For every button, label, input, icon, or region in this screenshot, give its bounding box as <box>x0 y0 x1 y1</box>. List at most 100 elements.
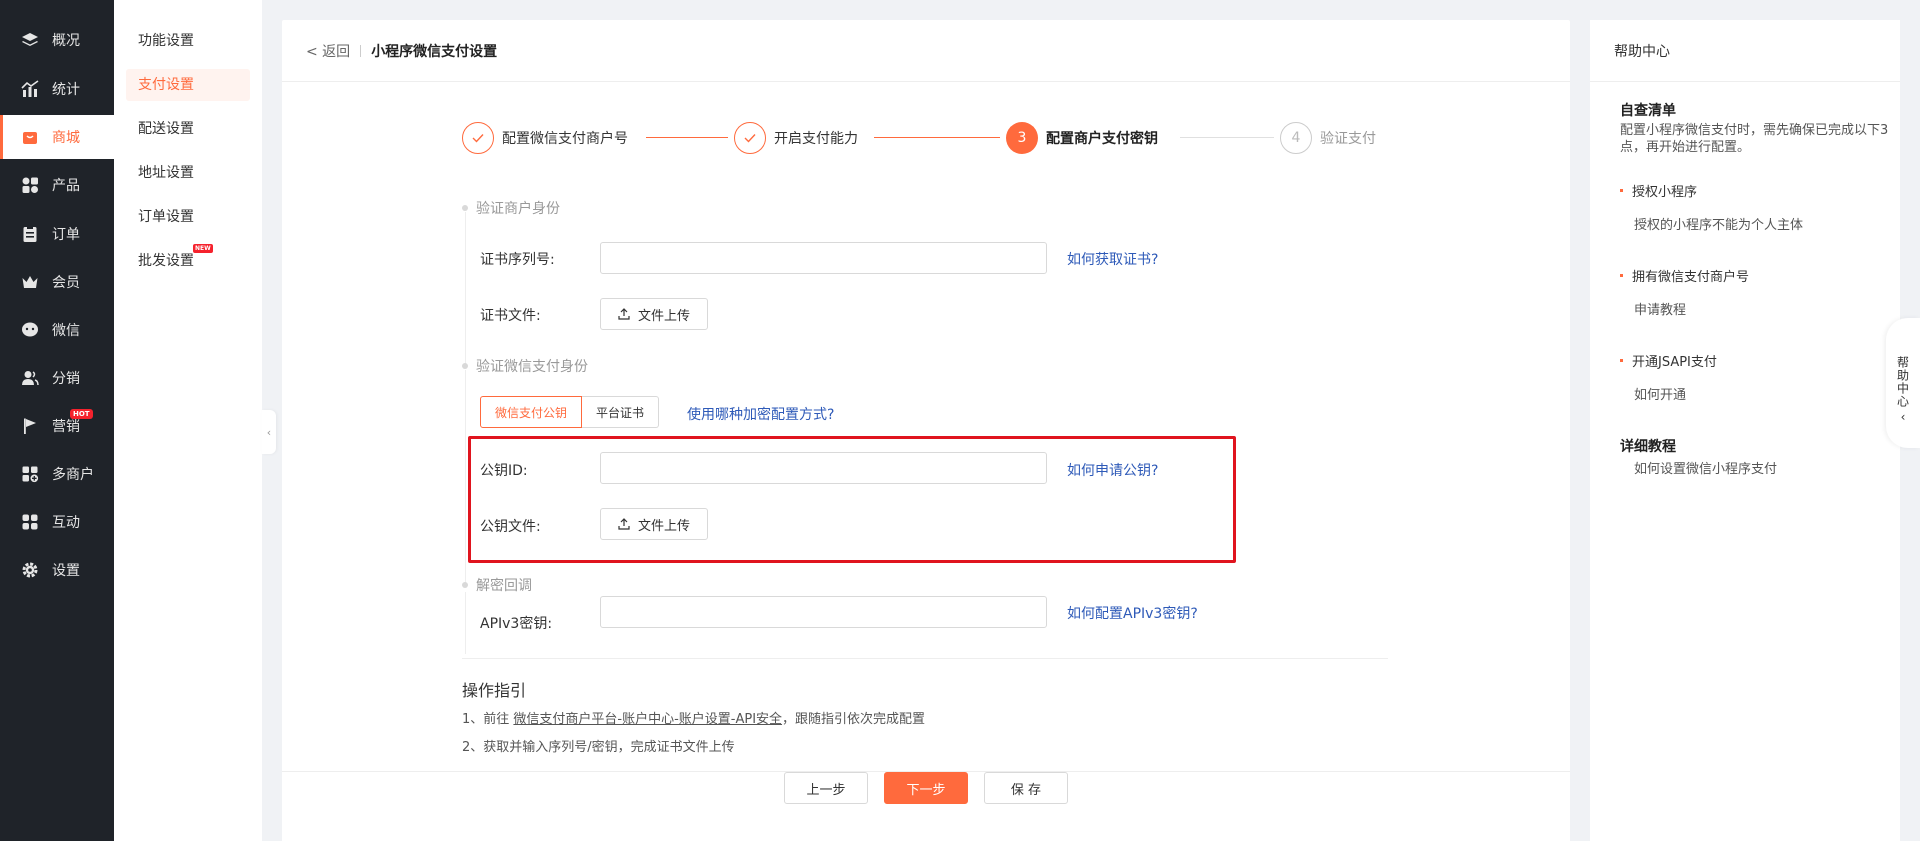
how-config-apiv3-link[interactable]: 如何配置APIv3密钥? <box>1067 603 1198 623</box>
nav-item-settings[interactable]: 设置 <box>0 548 114 592</box>
which-encryption-link[interactable]: 使用哪种加密配置方式? <box>687 404 834 424</box>
next-step-button[interactable]: 下一步 <box>884 772 968 804</box>
nav-label: 多商户 <box>52 467 94 483</box>
submenu-label: 批发设置 <box>138 253 194 269</box>
chevron-left-icon: ‹ <box>266 425 272 439</box>
submenu-delivery-settings[interactable]: 配送设置 <box>126 113 250 145</box>
upload-icon <box>618 308 630 320</box>
encryption-mode-toggle: 微信支付公钥 平台证书 <box>480 396 660 428</box>
users-icon <box>20 368 40 388</box>
nav-item-interaction[interactable]: 互动 <box>0 500 114 544</box>
help-title: 帮助中心 <box>1590 20 1900 82</box>
nav-label: 商城 <box>52 130 80 146</box>
main-panel: < 返回 小程序微信支付设置 配置微信支付商户号 开启支付能力 3 配置商户支付… <box>282 20 1570 841</box>
guide-step-1: 1、前往 微信支付商户平台-账户中心-账户设置-API安全，跟随指引依次完成配置 <box>462 708 925 727</box>
upload-label: 文件上传 <box>637 308 690 324</box>
step-1: 配置微信支付商户号 <box>462 120 628 156</box>
help-panel: 帮助中心 自查清单 配置小程序微信支付时，需先确保已完成以下3点，再开始进行配置… <box>1590 20 1900 841</box>
submenu-feature-settings[interactable]: 功能设置 <box>126 25 250 57</box>
prev-step-button[interactable]: 上一步 <box>784 772 868 804</box>
how-to-enable-link[interactable]: 如何开通 <box>1634 384 1686 403</box>
collapse-submenu-button[interactable]: ‹ <box>262 410 276 454</box>
cert-serial-input[interactable] <box>600 242 1047 274</box>
nav-item-distribution[interactable]: 分销 <box>0 356 114 400</box>
nav-item-overview[interactable]: 概况 <box>0 18 114 62</box>
submenu-payment-settings[interactable]: 支付设置 <box>126 69 250 101</box>
page-header: < 返回 小程序微信支付设置 <box>282 20 1570 82</box>
tutorial-link[interactable]: 如何设置微信小程序支付 <box>1634 458 1777 477</box>
tab-platform-cert[interactable]: 平台证书 <box>582 396 660 428</box>
tab-wechat-public-key[interactable]: 微信支付公钥 <box>480 396 583 428</box>
apiv3-label: APIv3密钥: <box>480 616 553 632</box>
nav-item-members[interactable]: 会员 <box>0 260 114 304</box>
flag-icon <box>20 416 40 436</box>
submenu-address-settings[interactable]: 地址设置 <box>126 157 250 189</box>
checklist-item-label: 拥有微信支付商户号 <box>1632 270 1750 285</box>
section-label: 验证商户身份 <box>476 201 560 217</box>
guide-title: 操作指引 <box>462 681 527 700</box>
nav-label: 营销 <box>52 419 80 435</box>
checklist-title: 自查清单 <box>1620 103 1676 119</box>
checklist-item-1-desc: 授权的小程序不能为个人主体 <box>1634 218 1804 233</box>
merchant-platform-link[interactable]: 微信支付商户平台-账户中心-账户设置-API安全 <box>513 712 782 727</box>
step-label: 验证支付 <box>1320 131 1376 147</box>
cert-upload-button[interactable]: 文件上传 <box>600 298 708 330</box>
gear-icon <box>20 560 40 580</box>
section-label: 解密回调 <box>476 578 532 594</box>
clipboard-icon <box>20 224 40 244</box>
save-button[interactable]: 保 存 <box>984 772 1068 804</box>
how-get-cert-link[interactable]: 如何获取证书? <box>1067 249 1158 269</box>
check-icon <box>462 122 494 154</box>
shop-icon <box>20 127 40 147</box>
section-title-wechat-identity: 验证微信支付身份 <box>462 356 588 376</box>
divider <box>462 658 1388 659</box>
submenu-order-settings[interactable]: 订单设置 <box>126 201 250 233</box>
apiv3-input[interactable] <box>600 596 1047 628</box>
cert-serial-label: 证书序列号: <box>480 252 555 268</box>
nav-item-multi-merchant[interactable]: 多商户 <box>0 452 114 496</box>
apps-icon <box>20 512 40 532</box>
section-line <box>465 592 466 654</box>
nav-label: 分销 <box>52 371 80 387</box>
nav-label: 产品 <box>52 178 80 194</box>
submenu-wholesale-settings[interactable]: 批发设置 NEW <box>126 244 250 277</box>
grid-icon <box>20 175 40 195</box>
settings-submenu: 功能设置 支付设置 配送设置 地址设置 订单设置 批发设置 NEW <box>114 0 262 841</box>
nav-item-products[interactable]: 产品 <box>0 163 114 207</box>
store-add-icon <box>20 464 40 484</box>
nav-label: 会员 <box>52 275 80 291</box>
nav-item-wechat[interactable]: 微信 <box>0 308 114 352</box>
section-title-decrypt-callback: 解密回调 <box>462 575 532 595</box>
chart-icon <box>20 79 40 99</box>
help-center-tab[interactable]: 帮助中心 ‹ <box>1886 318 1920 448</box>
main-sidebar: 概况 统计 商城 产品 订单 会员 微信 分销 营销 HOT 多商户 互动 设置 <box>0 0 114 841</box>
apply-tutorial-link[interactable]: 申请教程 <box>1634 299 1686 318</box>
nav-item-stats[interactable]: 统计 <box>0 67 114 111</box>
page-title: 小程序微信支付设置 <box>371 43 498 60</box>
step-2: 开启支付能力 <box>734 120 858 156</box>
progress-steps: 配置微信支付商户号 开启支付能力 3 配置商户支付密钥 4 验证支付 <box>462 120 1382 156</box>
checklist-item-1: 授权小程序 <box>1620 181 1697 200</box>
help-tab-label: 帮助中心 <box>1895 356 1910 408</box>
cert-file-label: 证书文件: <box>480 308 541 324</box>
tutorial-title: 详细教程 <box>1620 439 1676 455</box>
check-icon <box>734 122 766 154</box>
back-link[interactable]: < 返回 <box>306 41 350 61</box>
step-number: 3 <box>1006 122 1038 154</box>
new-badge: NEW <box>193 244 213 253</box>
step-3: 3 配置商户支付密钥 <box>1006 120 1158 156</box>
wechat-icon <box>20 320 40 340</box>
chevron-left-icon: ‹ <box>1900 410 1906 424</box>
nav-label: 微信 <box>52 323 80 339</box>
nav-item-marketing[interactable]: 营销 HOT <box>0 404 114 448</box>
nav-item-orders[interactable]: 订单 <box>0 212 114 256</box>
checklist-item-label: 开通JSAPI支付 <box>1632 355 1717 370</box>
guide-step-2: 2、获取并输入序列号/密钥，完成证书文件上传 <box>462 740 735 755</box>
step-label: 配置微信支付商户号 <box>502 131 628 147</box>
section-label: 验证微信支付身份 <box>476 359 588 375</box>
nav-item-mall[interactable]: 商城 <box>0 115 114 159</box>
header-divider <box>360 44 362 57</box>
guide-text: 1、前往 <box>462 712 514 727</box>
step-connector <box>1180 137 1274 138</box>
step-label: 配置商户支付密钥 <box>1046 131 1158 147</box>
